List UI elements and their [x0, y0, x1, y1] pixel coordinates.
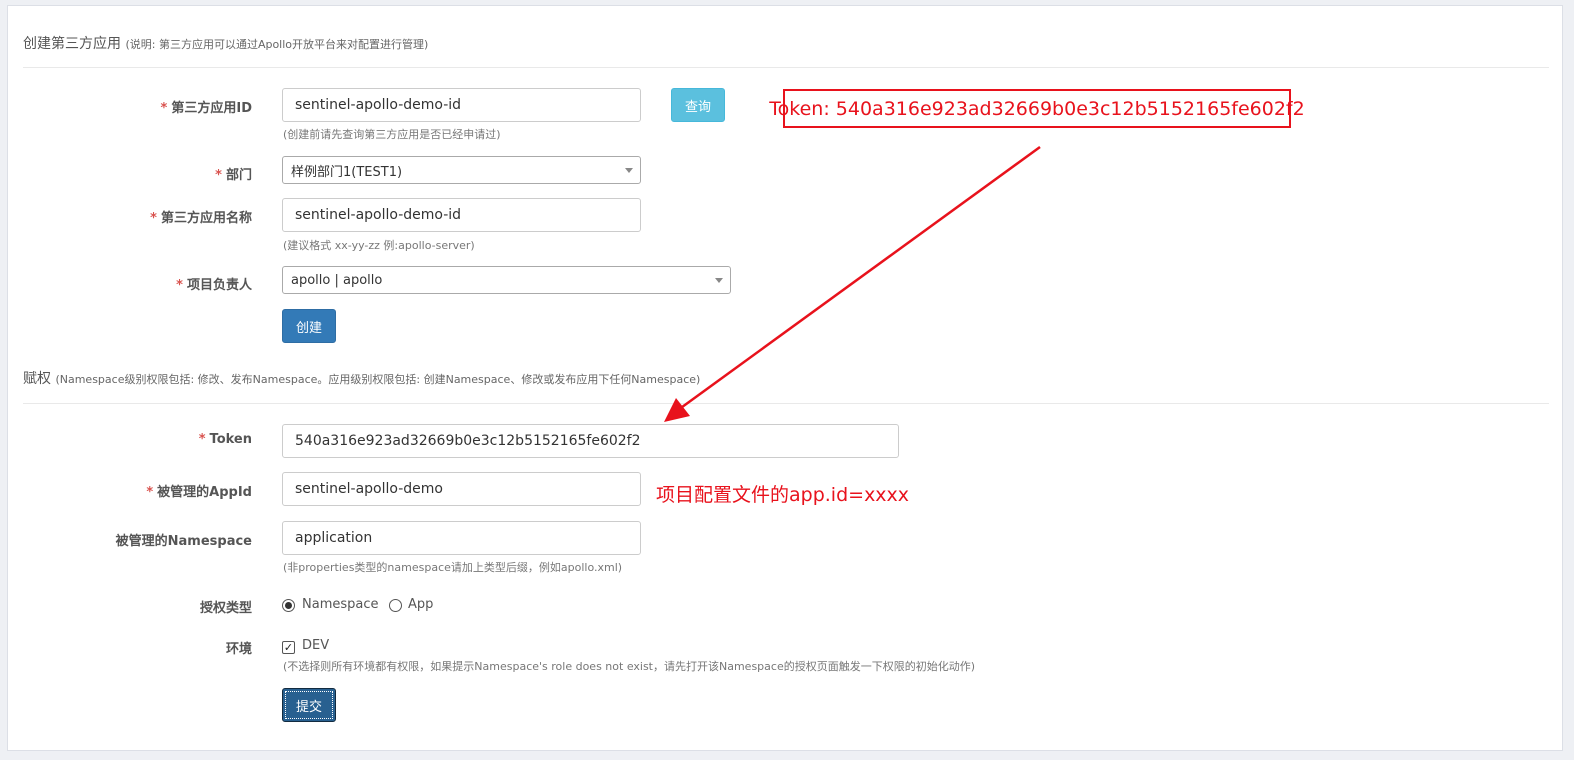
arrow-line	[677, 145, 1041, 412]
arrow-head	[664, 398, 690, 422]
annotation-arrow	[664, 145, 1041, 422]
